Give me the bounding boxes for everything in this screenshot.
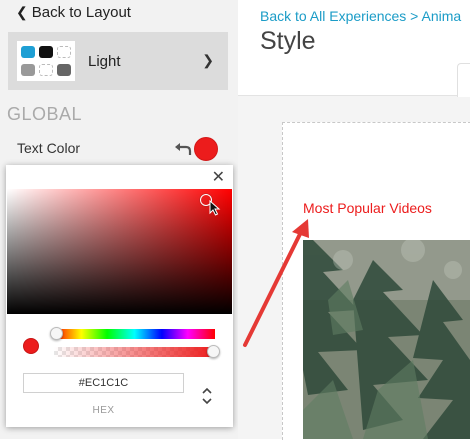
hex-input[interactable] [23,373,184,393]
main-header: Back to All Experiences > Anima Style [238,0,470,96]
page-title: Style [260,27,316,55]
section-heading[interactable]: Most Popular Videos [303,200,432,216]
video-thumbnail[interactable] [303,240,470,439]
hue-slider[interactable] [54,329,215,339]
mouse-cursor-icon [209,200,221,216]
breadcrumb[interactable]: Back to All Experiences > Anima [260,8,461,24]
theme-name: Light [88,52,121,70]
theme-thumbnail [17,41,75,81]
close-icon[interactable]: ✕ [212,170,225,186]
up-down-chevron-icon[interactable] [200,384,214,408]
hex-label: HEX [92,405,115,416]
color-preview [23,338,39,354]
chevron-left-icon: ❮ [16,4,28,20]
hue-slider-handle[interactable] [50,327,63,340]
alpha-slider-handle[interactable] [207,345,220,358]
undo-icon[interactable] [174,140,192,156]
color-picker: ✕ HEX [6,165,233,427]
saturation-area[interactable] [7,189,232,314]
back-to-layout-label: Back to Layout [31,4,131,21]
alpha-slider[interactable] [54,347,215,357]
text-color-label: Text Color [17,140,81,156]
section-label-global: GLOBAL [7,104,83,124]
text-color-swatch[interactable] [194,137,218,161]
back-to-layout-link[interactable]: ❮ Back to Layout [16,4,131,21]
theme-selector[interactable]: Light ❯ [8,32,228,90]
video-thumbnail-image [303,240,470,439]
tab-edge [457,63,470,97]
chevron-right-icon: ❯ [202,52,214,68]
